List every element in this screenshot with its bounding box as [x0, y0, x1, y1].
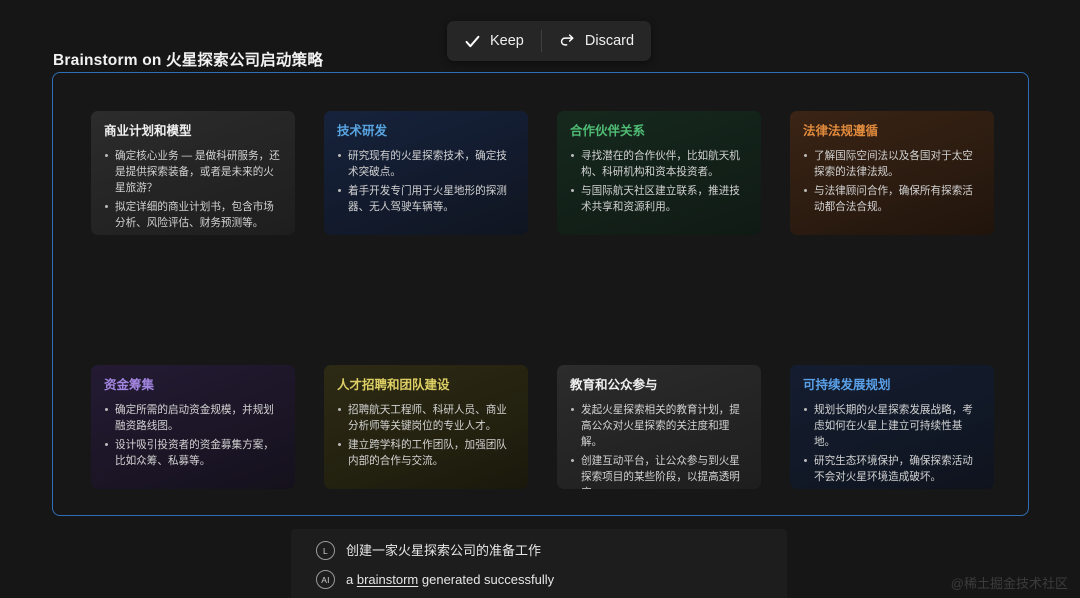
page-title: Brainstorm on 火星探索公司启动策略 — [53, 52, 324, 69]
chat-transcript-panel: L 创建一家火星探索公司的准备工作 AI a brainstorm genera… — [291, 529, 787, 598]
card-sustainability[interactable]: 可持续发展规划 规划长期的火星探索发展战略，考虑如何在火星上建立可持续性基地。 … — [790, 365, 994, 489]
card-fundraising[interactable]: 资金筹集 确定所需的启动资金规模，并规划融资路线图。 设计吸引投资者的资金募集方… — [91, 365, 295, 489]
card-bullet-list: 确定核心业务 — 是做科研服务，还是提供探索装备，或者是未来的火星旅游？ 拟定详… — [104, 148, 283, 231]
card-bullet-list: 研究现有的火星探索技术，确定技术突破点。 着手开发专门用于火星地形的探测器、无人… — [337, 148, 516, 215]
card-bullet: 招聘航天工程师、科研人员、商业分析师等关键岗位的专业人才。 — [337, 402, 516, 434]
card-business-plan[interactable]: 商业计划和模型 确定核心业务 — 是做科研服务，还是提供探索装备，或者是未来的火… — [91, 111, 295, 235]
user-avatar: L — [316, 541, 335, 560]
discard-button[interactable]: Discard — [542, 21, 651, 61]
card-tech-rd[interactable]: 技术研发 研究现有的火星探索技术，确定技术突破点。 着手开发专门用于火星地形的探… — [324, 111, 528, 235]
card-grid: 商业计划和模型 确定核心业务 — 是做科研服务，还是提供探索装备，或者是未来的火… — [91, 111, 994, 489]
discard-label: Discard — [584, 32, 635, 49]
check-icon — [464, 33, 481, 50]
card-education-public[interactable]: 教育和公众参与 发起火星探索相关的教育计划，提高公众对火星探索的关注度和理解。 … — [557, 365, 761, 489]
card-bullet: 了解国际空间法以及各国对于太空探索的法律法规。 — [803, 148, 982, 180]
watermark: @稀土掘金技术社区 — [950, 576, 1068, 591]
card-bullet: 设计吸引投资者的资金募集方案，比如众筹、私募等。 — [104, 437, 283, 469]
ai-avatar: AI — [316, 570, 335, 589]
keep-button[interactable]: Keep — [447, 21, 541, 61]
card-title: 可持续发展规划 — [803, 378, 891, 392]
card-title: 资金筹集 — [104, 378, 155, 392]
card-title: 合作伙伴关系 — [570, 124, 646, 138]
card-bullet: 拟定详细的商业计划书，包含市场分析、风险评估、财务预测等。 — [104, 199, 283, 231]
card-title: 人才招聘和团队建设 — [337, 378, 450, 392]
card-bullet-list: 寻找潜在的合作伙伴，比如航天机构、科研机构和资本投资者。 与国际航天社区建立联系… — [570, 148, 749, 215]
card-bullet: 研究生态环境保护，确保探索活动不会对火星环境造成破坏。 — [803, 453, 982, 485]
keep-label: Keep — [490, 32, 524, 49]
card-bullet-list: 招聘航天工程师、科研人员、商业分析师等关键岗位的专业人才。 建立跨学科的工作团队… — [337, 402, 516, 469]
card-bullet: 建立跨学科的工作团队，加强团队内部的合作与交流。 — [337, 437, 516, 469]
chat-message-ai: AI a brainstorm generated successfully — [316, 570, 554, 589]
card-legal-compliance[interactable]: 法律法规遵循 了解国际空间法以及各国对于太空探索的法律法规。 与法律顾问合作，确… — [790, 111, 994, 235]
card-bullet: 规划长期的火星探索发展战略，考虑如何在火星上建立可持续性基地。 — [803, 402, 982, 450]
user-message-text: 创建一家火星探索公司的准备工作 — [346, 543, 542, 558]
card-title: 技术研发 — [337, 124, 388, 138]
card-bullet: 确定所需的启动资金规模，并规划融资路线图。 — [104, 402, 283, 434]
chat-message-user: L 创建一家火星探索公司的准备工作 — [316, 541, 541, 560]
brainstorm-board: 商业计划和模型 确定核心业务 — 是做科研服务，还是提供探索装备，或者是未来的火… — [52, 72, 1029, 516]
card-bullet: 确定核心业务 — 是做科研服务，还是提供探索装备，或者是未来的火星旅游？ — [104, 148, 283, 196]
card-bullet: 寻找潜在的合作伙伴，比如航天机构、科研机构和资本投资者。 — [570, 148, 749, 180]
card-partnerships[interactable]: 合作伙伴关系 寻找潜在的合作伙伴，比如航天机构、科研机构和资本投资者。 与国际航… — [557, 111, 761, 235]
undo-arrow-icon — [559, 33, 576, 50]
card-bullet: 创建互动平台，让公众参与到火星探索项目的某些阶段，以提高透明度。 — [570, 453, 749, 489]
card-title: 法律法规遵循 — [803, 124, 879, 138]
card-bullet: 着手开发专门用于火星地形的探测器、无人驾驶车辆等。 — [337, 183, 516, 215]
card-bullet-list: 了解国际空间法以及各国对于太空探索的法律法规。 与法律顾问合作，确保所有探索活动… — [803, 148, 982, 215]
card-bullet: 与国际航天社区建立联系，推进技术共享和资源利用。 — [570, 183, 749, 215]
ai-message-prefix: a — [346, 572, 357, 587]
ai-message-suffix: generated successfully — [418, 572, 555, 587]
card-bullet-list: 确定所需的启动资金规模，并规划融资路线图。 设计吸引投资者的资金募集方案，比如众… — [104, 402, 283, 469]
ai-message-text: a brainstorm generated successfully — [346, 573, 554, 586]
card-title: 教育和公众参与 — [570, 378, 658, 392]
card-title: 商业计划和模型 — [104, 124, 192, 138]
card-bullet: 发起火星探索相关的教育计划，提高公众对火星探索的关注度和理解。 — [570, 402, 749, 450]
ai-message-keyword[interactable]: brainstorm — [357, 572, 418, 587]
card-bullet: 研究现有的火星探索技术，确定技术突破点。 — [337, 148, 516, 180]
card-recruiting[interactable]: 人才招聘和团队建设 招聘航天工程师、科研人员、商业分析师等关键岗位的专业人才。 … — [324, 365, 528, 489]
card-bullet-list: 发起火星探索相关的教育计划，提高公众对火星探索的关注度和理解。 创建互动平台，让… — [570, 402, 749, 489]
action-toolbar: Keep Discard — [447, 21, 652, 61]
card-bullet-list: 规划长期的火星探索发展战略，考虑如何在火星上建立可持续性基地。 研究生态环境保护… — [803, 402, 982, 485]
card-bullet: 与法律顾问合作，确保所有探索活动都合法合规。 — [803, 183, 982, 215]
